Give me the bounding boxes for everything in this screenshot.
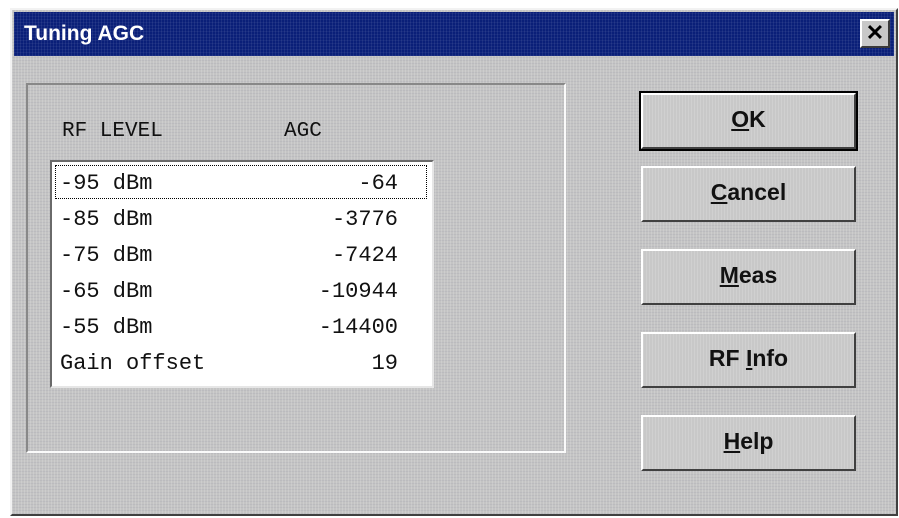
rf-level-cell: -75 dBm — [60, 243, 153, 268]
ok-label: K — [749, 106, 766, 132]
rf-level-cell: Gain offset — [60, 351, 206, 376]
help-button[interactable]: Help — [641, 415, 856, 471]
rf-info-button[interactable]: RF Info — [641, 332, 856, 388]
rf-info-prefix: RF — [708, 345, 746, 371]
list-item[interactable]: Gain offset 19 — [54, 344, 428, 380]
cancel-button[interactable]: Cancel — [641, 166, 856, 222]
title-bar[interactable]: Tuning AGC ✕ — [14, 12, 894, 56]
list-item[interactable]: -95 dBm -64 — [54, 164, 428, 200]
agc-value-cell: -7424 — [331, 243, 398, 268]
cancel-mnemonic: C — [710, 179, 728, 205]
window-title: Tuning AGC — [24, 22, 145, 45]
rf-level-cell: -65 dBm — [60, 279, 153, 304]
close-icon[interactable]: ✕ — [860, 19, 890, 48]
meas-mnemonic: M — [719, 262, 739, 288]
agc-value-cell: -3776 — [331, 207, 398, 232]
ok-button[interactable]: OK — [639, 91, 858, 151]
meas-button[interactable]: Meas — [641, 249, 856, 305]
agc-value-cell: -64 — [358, 171, 398, 196]
help-mnemonic: H — [723, 428, 741, 454]
list-item[interactable]: -85 dBm -3776 — [54, 200, 428, 236]
agc-value-cell: 19 — [371, 351, 398, 376]
rf-level-cell: -95 dBm — [60, 171, 153, 196]
cancel-label: ancel — [727, 179, 787, 205]
agc-value-cell: -10944 — [318, 279, 398, 304]
meas-label: eas — [738, 262, 778, 288]
list-item[interactable]: -55 dBm -14400 — [54, 308, 428, 344]
agc-header: AGC — [284, 120, 322, 143]
list-item[interactable]: -65 dBm -10944 — [54, 272, 428, 308]
help-label: elp — [740, 428, 774, 454]
agc-value-cell: -14400 — [318, 315, 398, 340]
list-item[interactable]: -75 dBm -7424 — [54, 236, 428, 272]
rf-info-label: nfo — [752, 345, 789, 371]
rf-level-cell: -55 dBm — [60, 315, 153, 340]
rf-level-header: RF LEVEL — [62, 120, 163, 143]
rf-level-cell: -85 dBm — [60, 207, 153, 232]
agc-listbox[interactable]: -95 dBm -64 -85 dBm -3776 -75 dBm -7424 … — [50, 160, 434, 388]
ok-mnemonic: O — [731, 106, 750, 132]
